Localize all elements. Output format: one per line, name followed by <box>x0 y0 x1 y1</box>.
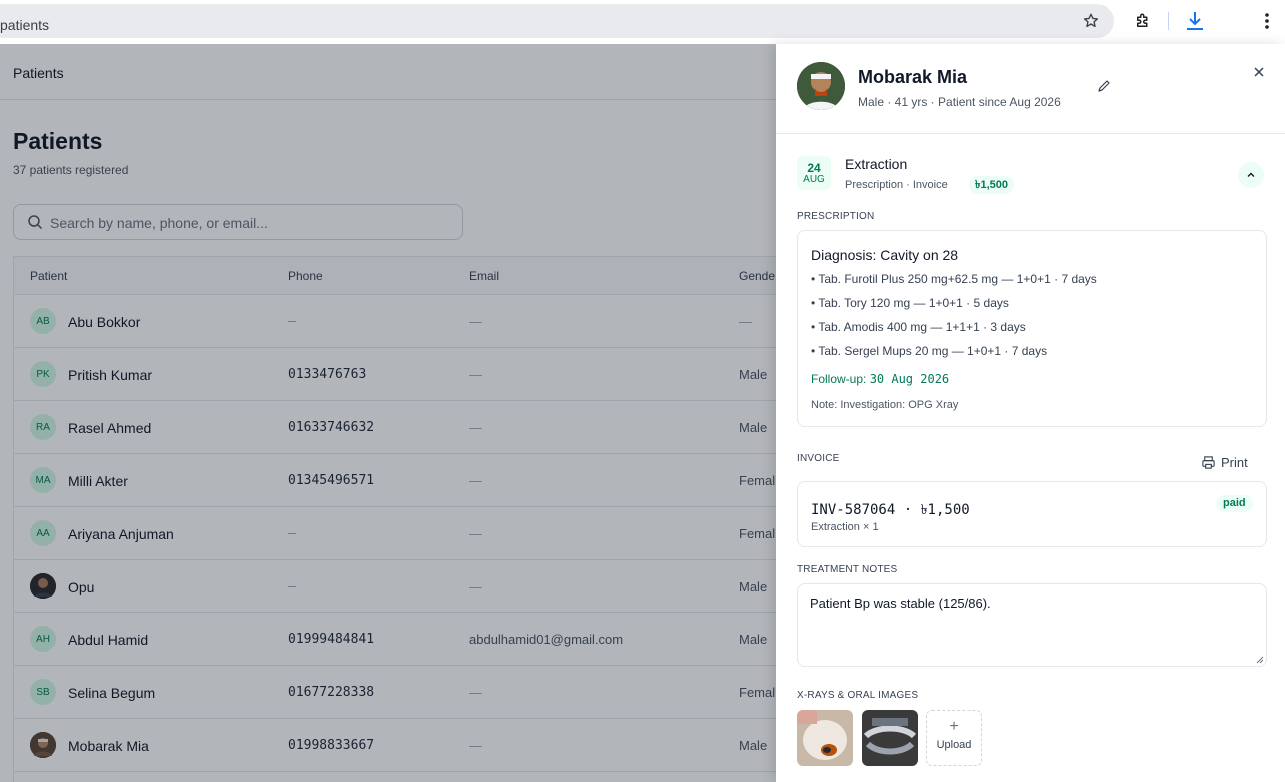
medication-item: • Tab. Tory 120 mg — 1+0+1 · 5 days <box>811 296 1009 310</box>
patient-detail-drawer: Mobarak Mia Male · 41 yrs · Patient sinc… <box>776 44 1285 782</box>
visit-date-badge: 24 AUG <box>797 156 831 190</box>
visit-entry[interactable]: 24 AUG Extraction Prescription · Invoice… <box>776 140 1285 204</box>
visit-month: AUG <box>803 174 825 185</box>
treatment-notes-label: TREATMENT NOTES <box>797 564 898 575</box>
drawer-header: Mobarak Mia Male · 41 yrs · Patient sinc… <box>776 44 1285 134</box>
visit-day: 24 <box>807 161 821 175</box>
invoice-label: INVOICE <box>797 453 840 464</box>
print-button[interactable]: Print <box>1201 452 1248 472</box>
prescription-card: Diagnosis: Cavity on 28 • Tab. Furotil P… <box>797 230 1267 427</box>
invoice-card[interactable]: INV-587064 · ৳1,500 Extraction × 1 paid <box>797 481 1267 547</box>
more-vert-icon[interactable] <box>1256 10 1278 32</box>
address-bar-text[interactable]: patients <box>0 17 49 33</box>
followup-date: 30 Aug 2026 <box>869 372 950 386</box>
visit-title: Extraction <box>845 156 908 172</box>
download-icon[interactable] <box>1184 10 1206 32</box>
oral-image-thumbnail[interactable] <box>797 710 853 766</box>
followup-label: Follow-up: <box>811 372 870 386</box>
patient-photo <box>797 62 845 110</box>
resize-handle-icon[interactable] <box>1256 656 1264 664</box>
invoice-line-item: Extraction × 1 <box>811 521 879 533</box>
visit-amount-badge: ৳1,500 <box>969 176 1015 194</box>
diagnosis: Diagnosis: Cavity on 28 <box>811 247 959 263</box>
extension-icon[interactable] <box>1132 10 1154 32</box>
patient-name-heading: Mobarak Mia <box>858 67 968 87</box>
status-badge: paid <box>1216 495 1253 512</box>
prescription-label: PRESCRIPTION <box>797 211 875 222</box>
invoice-id-amount: INV-587064 · ৳1,500 <box>811 502 970 518</box>
print-label: Print <box>1221 454 1248 470</box>
address-bar[interactable]: patients <box>0 4 1114 38</box>
medication-item: • Tab. Sergel Mups 20 mg — 1+0+1 · 7 day… <box>811 344 1048 358</box>
xray-thumbnail[interactable] <box>862 710 918 766</box>
treatment-notes-field[interactable]: Patient Bp was stable (125/86). <box>797 583 1267 667</box>
patient-meta: Male · 41 yrs · Patient since Aug 2026 <box>858 95 1061 109</box>
modal-backdrop[interactable] <box>0 44 776 782</box>
images-label: X-RAYS & ORAL IMAGES <box>797 690 919 701</box>
followup: Follow-up: 30 Aug 2026 <box>811 372 949 386</box>
toolbar-divider <box>1168 12 1169 30</box>
medication-item: • Tab. Furotil Plus 250 mg+62.5 mg — 1+0… <box>811 272 1097 286</box>
close-icon[interactable] <box>1251 64 1267 80</box>
prescription-note: Note: Investigation: OPG Xray <box>811 399 959 411</box>
printer-icon <box>1202 455 1215 469</box>
browser-toolbar: patients <box>0 0 1285 44</box>
chevron-up-icon <box>1247 172 1255 177</box>
upload-label: Upload <box>936 739 972 751</box>
collapse-visit-button[interactable] <box>1238 162 1264 188</box>
visit-subtitle: Prescription · Invoice <box>845 179 948 191</box>
plus-icon: + <box>949 718 959 735</box>
star-icon[interactable] <box>1080 10 1102 32</box>
medication-item: • Tab. Amodis 400 mg — 1+1+1 · 3 days <box>811 320 1026 334</box>
pencil-icon[interactable] <box>1096 78 1112 94</box>
upload-button[interactable]: + Upload <box>926 710 982 766</box>
